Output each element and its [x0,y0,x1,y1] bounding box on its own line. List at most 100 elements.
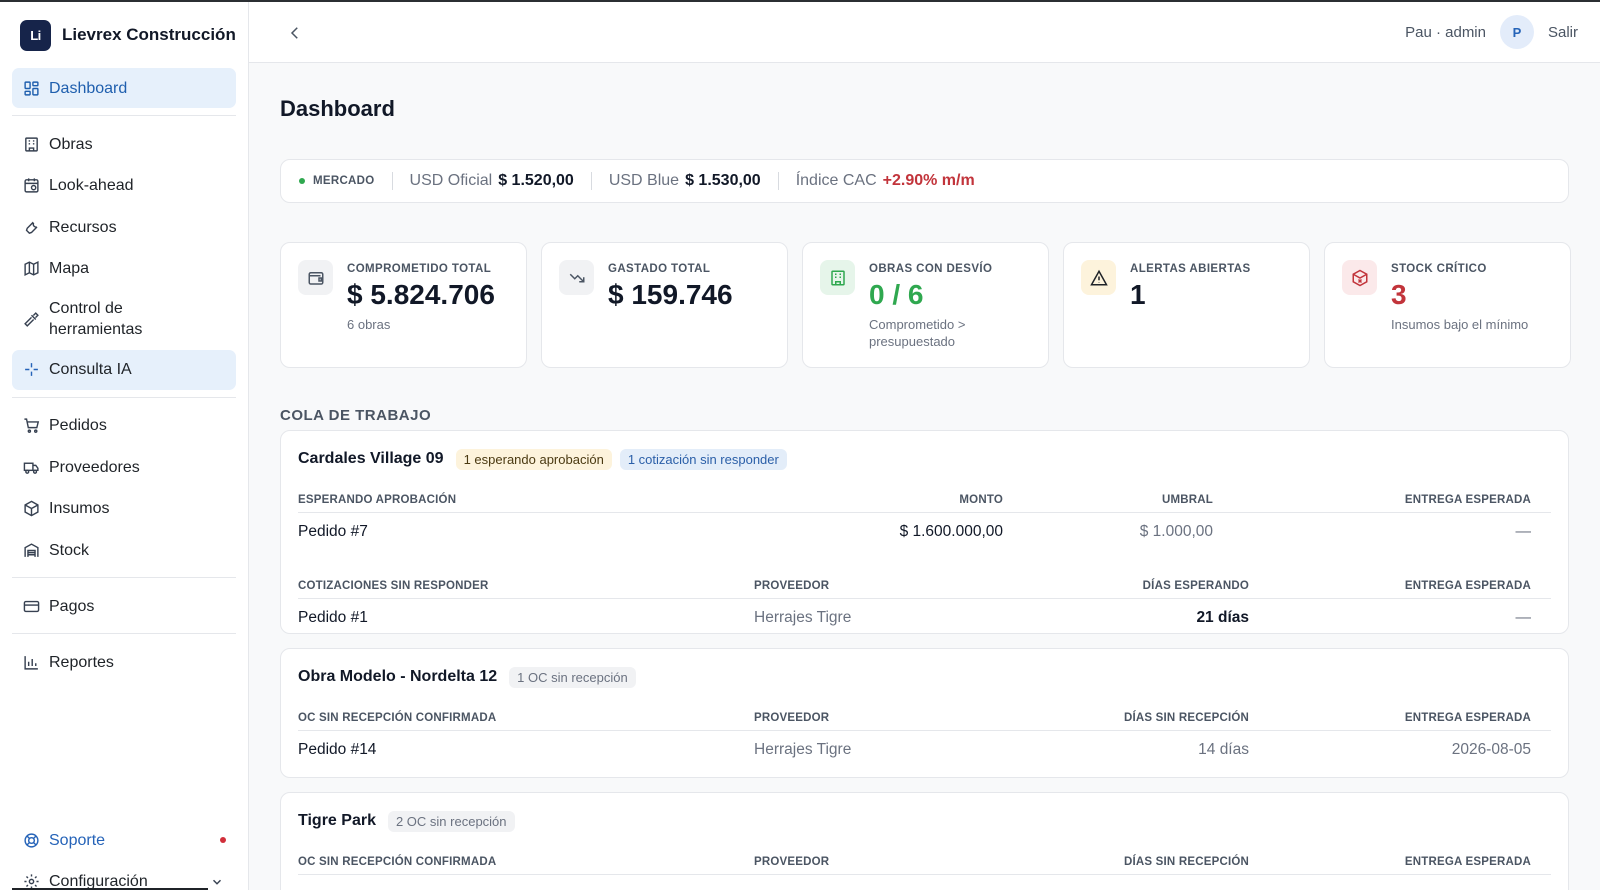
sidebar-item-insumos[interactable]: Insumos [12,489,236,529]
kpi-value: 3 [1391,279,1407,310]
building-icon [820,260,855,295]
kpi-label: OBRAS CON DESVÍO [869,263,993,275]
sidebar-item-reportes[interactable]: Reportes [12,642,236,682]
column-header: DÍAS SIN RECEPCIÓN [1123,855,1249,868]
card-title[interactable]: Obra Modelo - Nordelta 12 [298,668,497,686]
building-icon [22,135,40,153]
work-queue-card: Cardales Village 09 1 esperando aprobaci… [280,430,1569,634]
sidebar: Li Lievrex Construcción Dashboard Obras … [0,2,249,890]
table-row[interactable]: Pedido #14 Herrajes Tigre 14 días 2026-0… [298,731,1551,768]
table-header: OC SIN RECEPCIÓN CONFIRMADA PROVEEDOR DÍ… [298,849,1551,875]
kpi-value: 0 / 6 [869,279,924,310]
card-title[interactable]: Cardales Village 09 [298,450,444,468]
order-link[interactable]: Pedido #14 [298,741,754,759]
sidebar-item-look-ahead[interactable]: Look-ahead [12,166,236,206]
usd-blue-label: USD Blue [608,172,680,189]
box-icon [22,500,40,518]
status-badge: 1 OC sin recepción [509,666,636,688]
kpi-value: $ 159.746 [608,279,733,310]
divider [391,172,393,190]
kpi-card-stock-critico[interactable]: STOCK CRÍTICO 3 Insumos bajo el mínimo [1324,242,1571,368]
kpi-card-obras-desvio[interactable]: OBRAS CON DESVÍO 0 / 6 Comprometido > pr… [802,242,1049,368]
status-badge: 1 cotización sin responder [619,448,787,470]
card-header: Obra Modelo - Nordelta 12 1 OC sin recep… [298,649,1551,705]
column-header: ENTREGA ESPERADA [1404,493,1531,506]
divider [590,172,592,190]
sidebar-item-soporte[interactable]: Soporte [12,820,236,860]
kpi-label: ALERTAS ABIERTAS [1130,263,1251,275]
sidebar-item-label: Control de herramientas [49,300,143,338]
kpi-label: STOCK CRÍTICO [1391,263,1487,275]
sidebar-item-label: Soporte [49,831,106,849]
table-row[interactable]: Pedido #1 Herrajes Tigre 21 días — [298,599,1551,636]
sidebar-item-label: Obras [49,135,93,153]
amount-cell: $ 1.600.000,00 [899,522,1003,540]
sidebar-item-label: Proveedores [49,458,140,476]
kpi-card-gastado[interactable]: GASTADO TOTAL $ 159.746 [541,242,788,368]
column-header: COTIZACIONES SIN RESPONDER [298,579,489,592]
page-title: Dashboard [280,96,395,121]
supplier-cell: Herrajes Tigre [754,608,852,626]
kpi-sub: Comprometido > presupuestado [869,317,966,349]
avatar[interactable]: P [1499,15,1534,49]
sidebar-item-configuracion[interactable]: Configuración [12,862,236,890]
column-header: ENTREGA ESPERADA [1404,855,1531,868]
status-badge: 2 OC sin recepción [387,810,515,832]
sidebar-item-label: Look-ahead [49,177,134,194]
sidebar-item-label: Stock [49,541,90,559]
order-link[interactable]: Pedido #1 [298,609,754,627]
supplier-cell: Herrajes Tigre [754,740,852,758]
cart-icon [22,417,40,435]
sidebar-item-label: Pedidos [49,417,107,434]
lifebuoy-icon [22,831,40,849]
notification-dot [220,837,226,843]
sidebar-item-control-herramientas[interactable]: Control de herramientas [12,290,236,348]
logo-text: Li [30,27,41,43]
sidebar-item-proveedores[interactable]: Proveedores [12,447,236,487]
kpi-row: COMPROMETIDO TOTAL $ 5.824.706 6 obras G… [280,242,1571,368]
kpi-card-alertas[interactable]: ALERTAS ABIERTAS 1 [1063,242,1310,368]
sidebar-item-recursos[interactable]: Recursos [12,207,236,247]
back-button[interactable] [284,22,306,44]
sidebar-item-label: Consulta IA [49,361,132,378]
card-title[interactable]: Tigre Park [298,812,376,830]
column-header: PROVEEDOR [754,855,830,868]
work-queue-card: Obra Modelo - Nordelta 12 1 OC sin recep… [280,648,1569,778]
nav-divider [12,115,236,116]
warning-icon [1081,260,1116,295]
days-waiting-cell: 21 días [1196,608,1249,626]
sidebar-item-mapa[interactable]: Mapa [12,249,236,289]
user-area: Pau · admin P Salir [1405,15,1578,49]
sidebar-item-obras[interactable]: Obras [12,124,236,164]
logout-button[interactable]: Salir [1548,24,1578,41]
column-header: PROVEEDOR [754,579,830,592]
kpi-card-comprometido[interactable]: COMPROMETIDO TOTAL $ 5.824.706 6 obras [280,242,527,368]
expected-delivery-cell: 2026-08-05 [1451,740,1531,758]
sidebar-item-dashboard[interactable]: Dashboard [12,68,236,108]
sidebar-item-stock[interactable]: Stock [12,530,236,570]
column-header: DÍAS SIN RECEPCIÓN [1123,711,1249,724]
cac-label: Índice CAC [795,172,877,189]
truck-icon [22,458,40,476]
sidebar-item-label: Reportes [49,653,114,671]
column-header: UMBRAL [1161,493,1213,506]
sidebar-item-consulta-ia[interactable]: Consulta IA [12,349,236,390]
sidebar-item-label: Mapa [49,260,90,277]
sidebar-footer: Soporte Configuración [12,820,236,890]
trending-down-icon [559,260,594,295]
card-header: Tigre Park 2 OC sin recepción [298,793,1551,849]
wallet-icon [298,260,333,295]
table-header: ESPERANDO APROBACIÓN MONTO UMBRAL ENTREG… [298,487,1551,513]
column-header: ESPERANDO APROBACIÓN [298,493,457,506]
sidebar-item-pagos[interactable]: Pagos [12,586,236,626]
sidebar-item-label: Recursos [49,218,117,236]
kpi-label: COMPROMETIDO TOTAL [347,263,492,275]
package-x-icon [1342,260,1377,295]
order-link[interactable]: Pedido #7 [298,523,798,541]
brand[interactable]: Li Lievrex Construcción [0,2,248,68]
expected-delivery-cell: — [1515,522,1532,540]
sidebar-item-pedidos[interactable]: Pedidos [12,406,236,446]
table-row[interactable]: Pedido #7 $ 1.600.000,00 $ 1.000,00 — [298,513,1551,550]
kpi-label: GASTADO TOTAL [608,263,711,275]
chevron-down-icon[interactable] [210,875,224,889]
